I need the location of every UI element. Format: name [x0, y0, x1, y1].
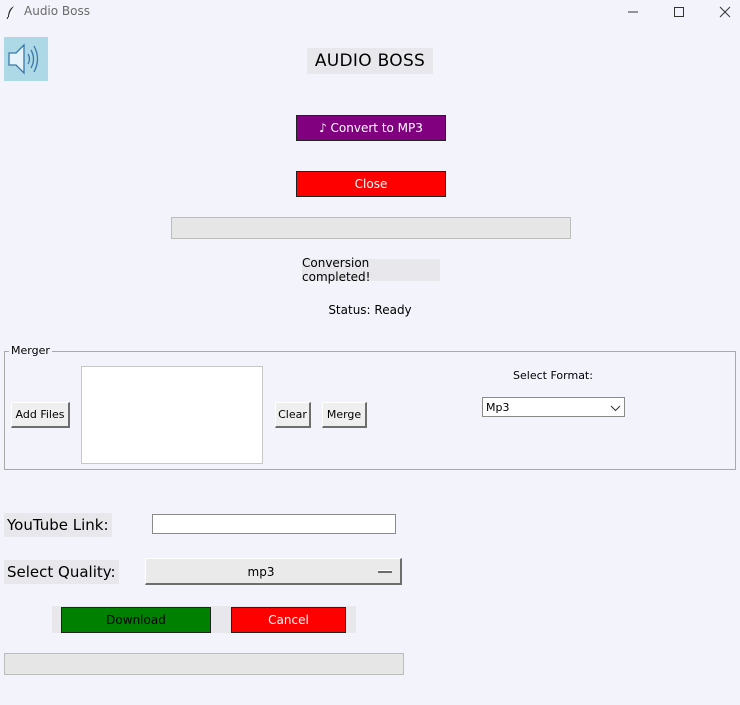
maximize-button[interactable] [656, 0, 702, 24]
add-files-button[interactable]: Add Files [11, 402, 70, 428]
chevron-down-icon [610, 402, 621, 415]
option-menu-indicator-icon [378, 570, 392, 573]
merge-button[interactable]: Merge [322, 402, 367, 428]
close-button[interactable]: Close [296, 171, 446, 197]
quality-select[interactable]: mp3 [145, 558, 402, 585]
youtube-link-label: YouTube Link: [4, 513, 112, 537]
download-progress-bar [4, 653, 404, 675]
select-format-label: Select Format: [513, 369, 593, 382]
clear-button[interactable]: Clear [275, 402, 311, 428]
window-close-button[interactable] [702, 0, 740, 24]
select-quality-label: Select Quality: [4, 560, 119, 584]
youtube-link-input[interactable] [152, 514, 396, 534]
merger-legend: Merger [9, 344, 52, 357]
download-button[interactable]: Download [61, 607, 211, 633]
app-logo [4, 37, 48, 81]
conversion-progress-bar [171, 217, 571, 239]
window-title: Audio Boss [24, 4, 90, 18]
merge-file-list[interactable] [81, 366, 263, 464]
quality-select-value: mp3 [247, 565, 275, 579]
status-text: Status: Ready [328, 303, 412, 317]
convert-to-mp3-button[interactable]: ♪ Convert to MP3 [296, 115, 446, 141]
app-title: AUDIO BOSS [307, 48, 433, 74]
maximize-icon [673, 3, 685, 22]
feather-icon [6, 4, 16, 23]
cancel-button[interactable]: Cancel [231, 607, 346, 633]
minimize-icon [627, 3, 639, 22]
format-select[interactable]: Mp3 [482, 397, 625, 417]
close-icon [719, 3, 731, 22]
conversion-message: Conversion completed! [302, 256, 440, 284]
minimize-button[interactable] [610, 0, 656, 24]
title-bar: Audio Boss [0, 0, 740, 24]
format-select-value: Mp3 [486, 401, 510, 414]
